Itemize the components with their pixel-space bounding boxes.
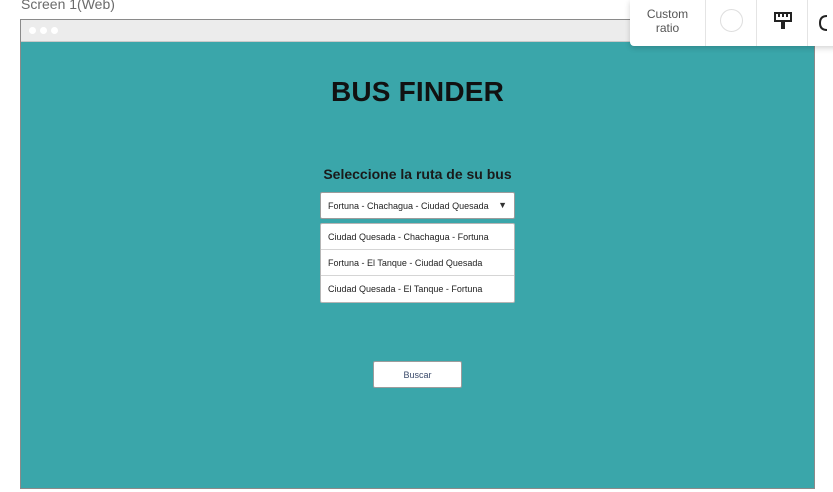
window-dot-icon [29,27,36,34]
route-option[interactable]: Ciudad Quesada - Chachagua - Fortuna [321,224,514,250]
custom-ratio-button[interactable]: Custom ratio [630,0,706,46]
window-dot-icon [51,27,58,34]
color-swatch-icon [720,9,743,32]
style-button[interactable] [757,0,808,46]
route-options-list: Ciudad Quesada - Chachagua - Fortuna For… [320,223,515,303]
web-frame: BUS FINDER Seleccione la ruta de su bus … [20,19,815,489]
route-option[interactable]: Fortuna - El Tanque - Ciudad Quesada [321,250,514,276]
caret-down-icon: ▼ [498,200,507,210]
ratio-label-line1: Custom [646,7,689,21]
route-select-value: Fortuna - Chachagua - Ciudad Quesada [328,201,489,211]
ratio-label-line2: ratio [655,21,680,35]
screen-label: Screen 1(Web) [21,0,115,12]
paint-brush-icon [774,12,792,29]
search-button[interactable]: Buscar [373,361,462,388]
partial-tool-icon [818,15,828,31]
route-option[interactable]: Ciudad Quesada - El Tanque - Fortuna [321,276,514,302]
route-prompt: Seleccione la ruta de su bus [323,166,512,182]
window-dot-icon [40,27,47,34]
more-tools-button[interactable] [808,0,833,46]
editor-toolbar: Custom ratio [630,0,833,46]
route-select[interactable]: Fortuna - Chachagua - Ciudad Quesada ▼ [320,192,515,219]
color-picker-button[interactable] [706,0,757,46]
app-title: BUS FINDER [330,76,505,107]
